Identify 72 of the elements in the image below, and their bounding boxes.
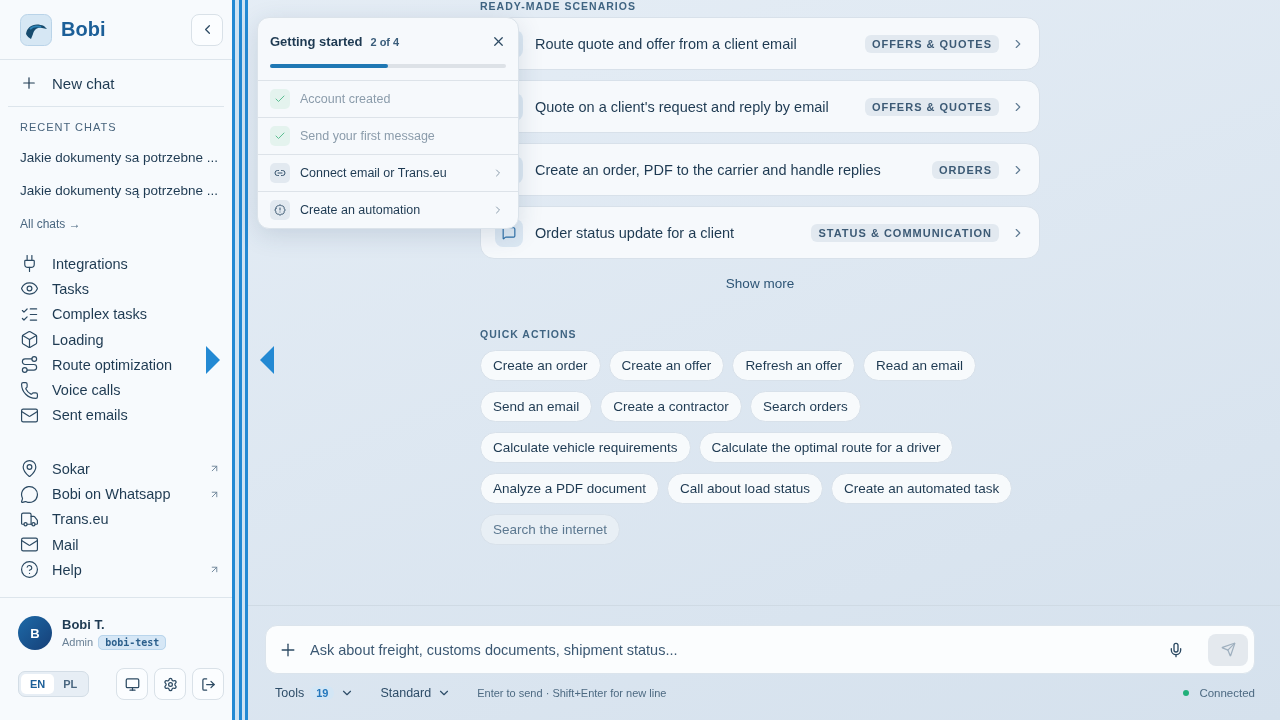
scenario-card[interactable]: Order status update for a client STATUS & COMMUNICATION — [480, 206, 1040, 259]
message-field[interactable]: Ask about freight, customs documents, shipment status... — [265, 625, 1255, 674]
quick-action-chip[interactable]: Send an email — [480, 391, 593, 422]
send-icon — [1220, 642, 1236, 657]
quick-action-chip[interactable]: Create a contractor — [600, 391, 742, 422]
link-item[interactable]: Help — [0, 557, 232, 583]
user-role: Admin — [62, 635, 94, 648]
resize-rail[interactable] — [232, 0, 248, 720]
map-pin-icon — [20, 459, 39, 479]
help-icon — [20, 560, 39, 580]
left-triangle-icon — [260, 346, 274, 374]
all-chats-link[interactable]: All chats → — [0, 207, 232, 251]
quick-action-chip[interactable]: Read an email — [862, 350, 976, 381]
tools-dropdown[interactable]: Tools 19 — [275, 686, 355, 700]
section-heading: RECENT CHATS — [19, 120, 118, 135]
quick-action-chip[interactable]: Analyze a PDF document — [480, 473, 660, 504]
dolphin-logo-icon — [20, 13, 52, 46]
monitor-icon — [124, 676, 140, 692]
quick-action-chip[interactable]: Create an offer — [608, 350, 725, 381]
nav-item[interactable]: Loading — [0, 326, 232, 353]
connection-status: Connected — [1199, 687, 1255, 699]
workspace-badge: bobi-test — [98, 634, 167, 650]
quick-action-chip[interactable]: Create an automated task — [830, 473, 1013, 504]
brand-name: Bobi — [61, 18, 107, 41]
category-tag: STATUS & COMMUNICATION — [811, 223, 999, 242]
mode-dropdown[interactable]: Standard — [380, 686, 452, 700]
checklist-step[interactable]: Create an automation — [258, 191, 518, 228]
panel-title: Getting started — [270, 34, 363, 49]
language-option[interactable]: EN — [21, 674, 55, 694]
chat-bubble-icon — [20, 484, 39, 504]
category-tag: OFFERS & QUOTES — [864, 34, 999, 53]
section-heading: QUICK ACTIONS — [480, 328, 578, 340]
nav-item[interactable]: Complex tasks — [0, 301, 232, 327]
message-input[interactable]: Ask about freight, customs documents, shipment status... — [308, 640, 1158, 659]
link-item[interactable]: Sokar — [0, 456, 232, 482]
phone-icon — [20, 380, 39, 400]
keyboard-hint: Enter to send · Shift+Enter for new line — [477, 687, 668, 699]
box-icon — [20, 330, 39, 350]
quick-action-chip[interactable]: Calculate the optimal route for a driver — [698, 432, 954, 463]
nav-item[interactable]: Integrations — [0, 251, 232, 277]
recent-chat-item[interactable]: Jakie dokumenty sa potrzebne ... — [0, 141, 232, 174]
language-option[interactable]: PL — [54, 674, 87, 694]
right-triangle-icon — [206, 346, 220, 374]
quick-action-chip[interactable]: Search orders — [749, 391, 861, 422]
link-item[interactable]: Bobi on Whatsapp — [0, 481, 232, 507]
settings-icon — [162, 676, 178, 692]
link-item[interactable]: Trans.eu — [0, 506, 232, 532]
user-avatar: B — [18, 616, 52, 650]
show-more-button[interactable]: Show more — [719, 275, 801, 292]
display-button[interactable] — [116, 668, 148, 700]
recent-chat-item[interactable]: Jakie dokumenty są potrzebne ... — [0, 174, 232, 207]
progress-count: 2 of 4 — [370, 35, 401, 48]
plus-icon — [20, 74, 38, 92]
quick-action-chip[interactable]: Call about load status — [667, 473, 823, 504]
logout-button[interactable] — [192, 668, 224, 700]
nav-item[interactable]: Sent emails — [0, 402, 232, 429]
microphone-icon[interactable] — [1168, 641, 1184, 658]
user-name: Bobi T. — [62, 616, 106, 632]
quick-action-chip[interactable]: Refresh an offer — [732, 350, 855, 381]
quick-action-chip[interactable]: Calculate vehicle requirements — [480, 432, 691, 463]
category-tag: OFFERS & QUOTES — [864, 97, 999, 116]
nav-item[interactable]: Voice calls — [0, 377, 232, 403]
link-item[interactable]: Mail — [0, 531, 232, 558]
quick-action-chip[interactable]: Create an order — [480, 350, 601, 381]
route-icon — [20, 355, 39, 375]
settings-button[interactable] — [154, 668, 186, 700]
nav-item[interactable]: Tasks — [0, 276, 232, 302]
category-tag: ORDERS — [931, 160, 999, 179]
new-chat-button[interactable]: New chat — [8, 60, 224, 107]
section-heading: READY-MADE SCENARIOS — [480, 0, 637, 12]
nav-item[interactable]: Route optimization — [0, 352, 232, 378]
logout-icon — [200, 676, 216, 692]
